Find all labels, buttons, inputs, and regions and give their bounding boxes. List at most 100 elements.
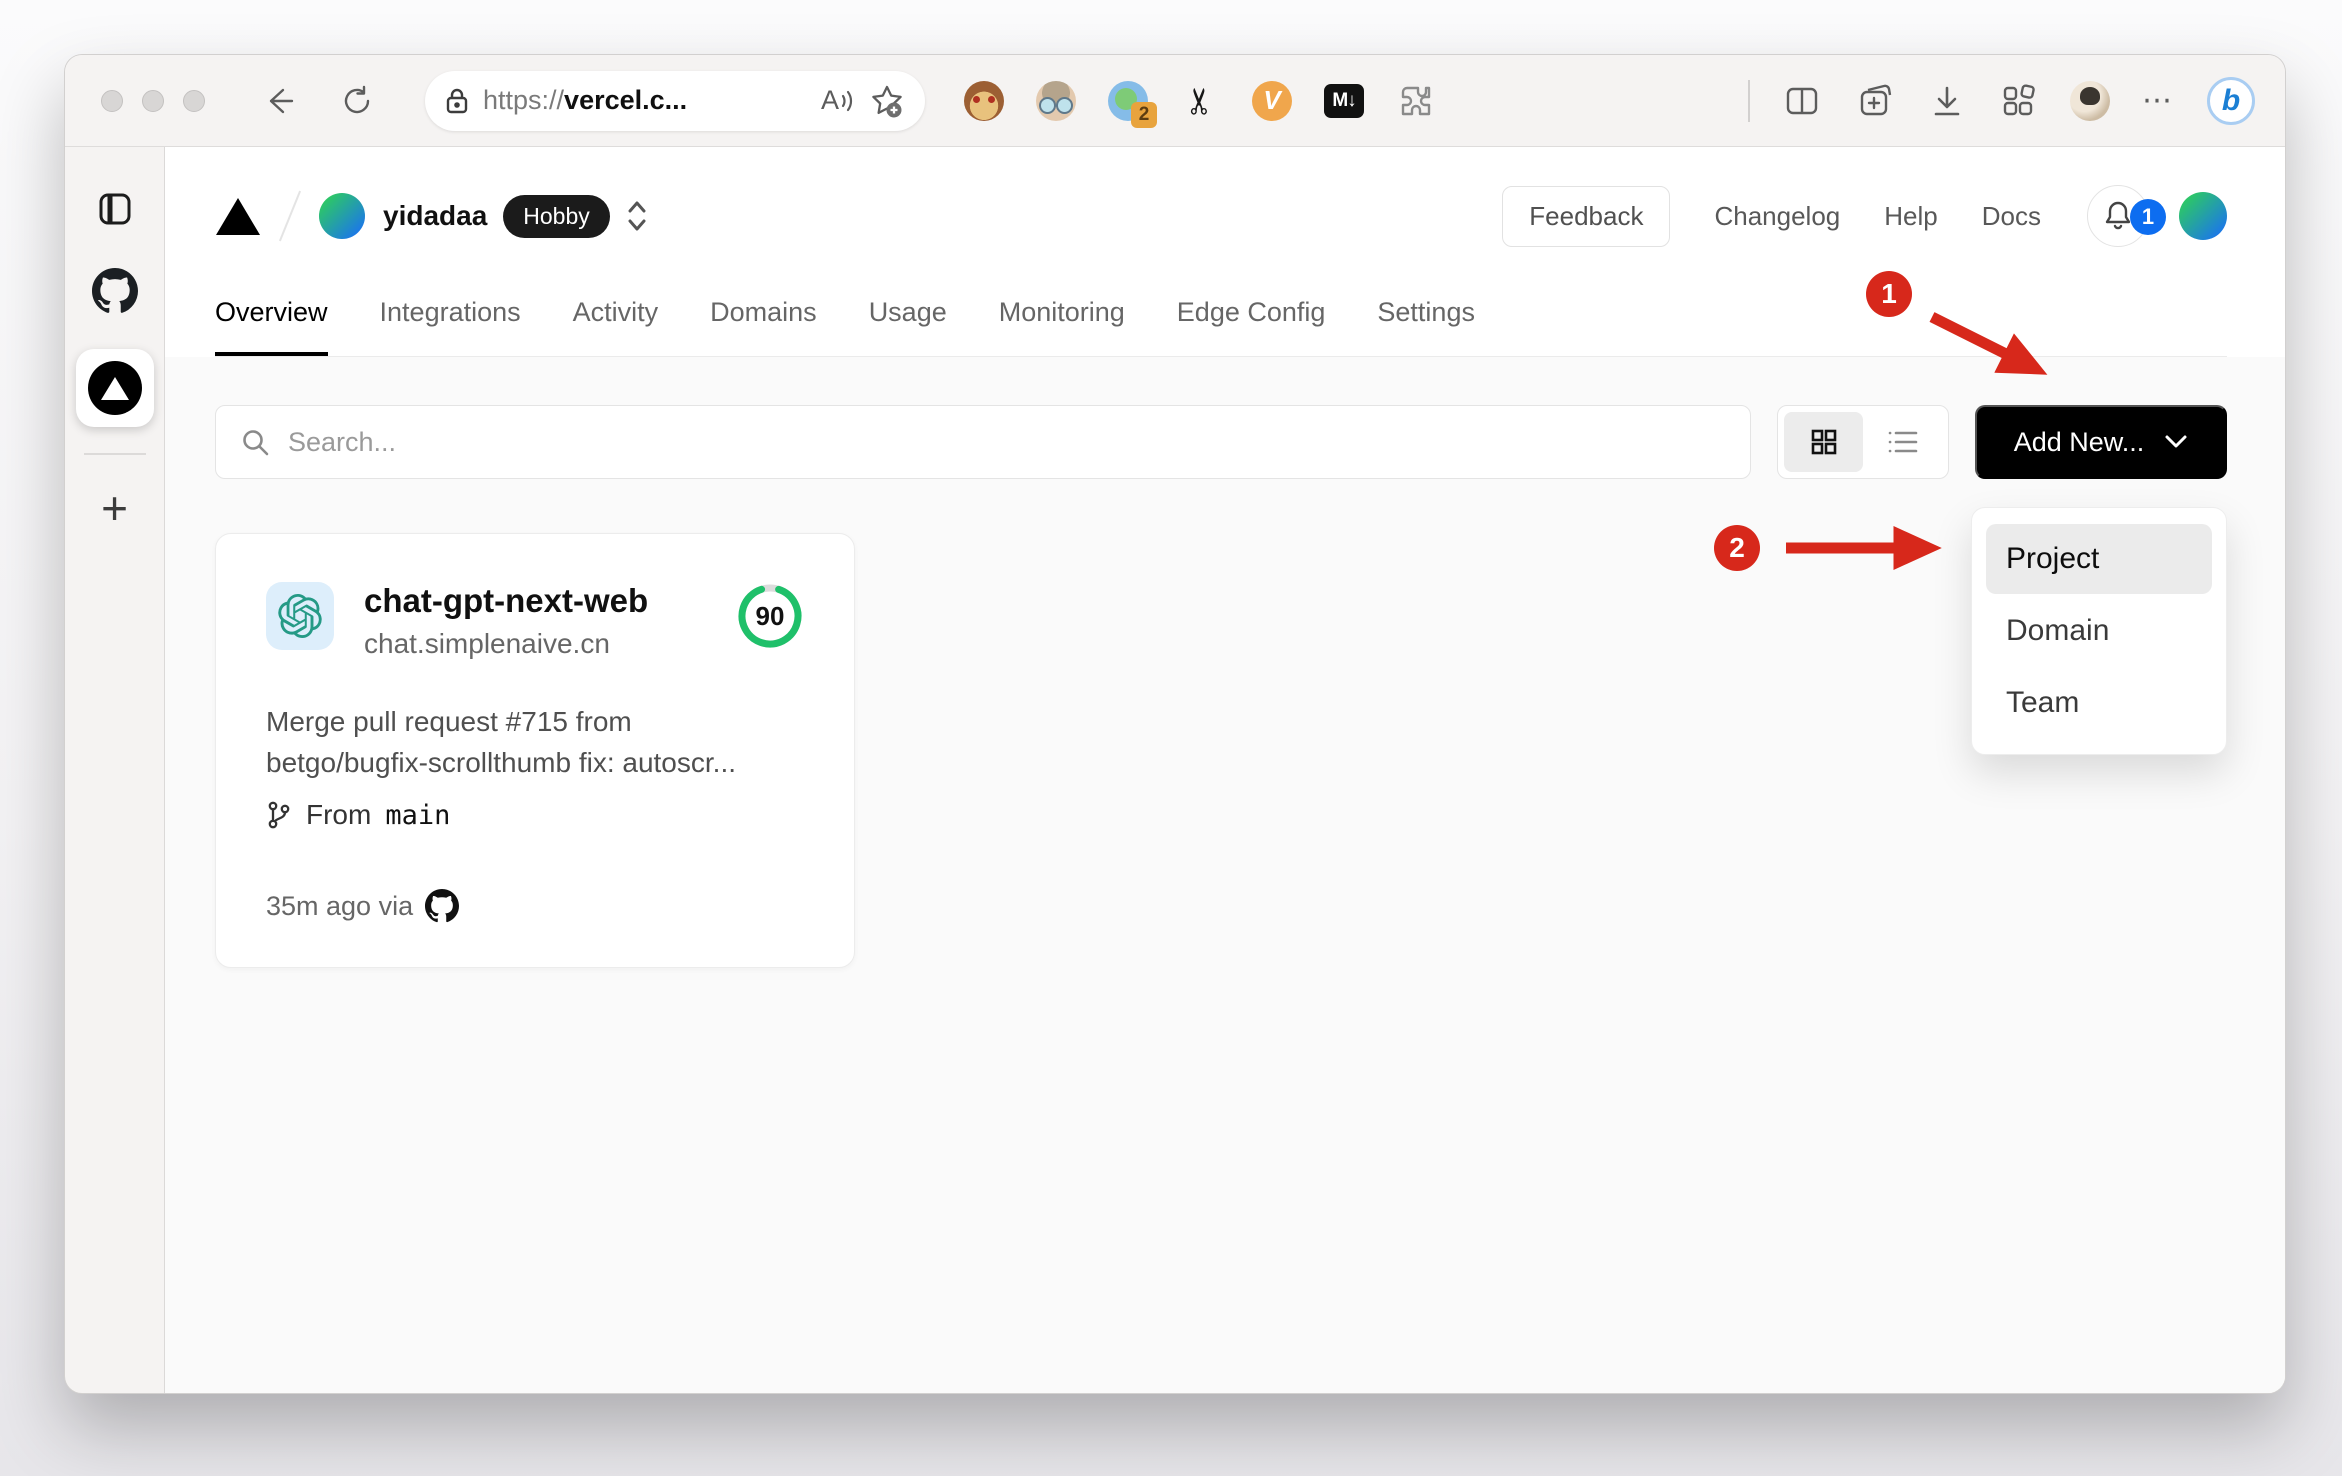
dropdown-item-project[interactable]: Project bbox=[1986, 524, 2212, 594]
tab-activity[interactable]: Activity bbox=[573, 275, 659, 356]
apps-launcher-icon[interactable] bbox=[1998, 81, 2038, 121]
zoom-window-button[interactable] bbox=[183, 89, 205, 112]
avatar-extension-icon[interactable] bbox=[1035, 80, 1077, 122]
grid-view-icon bbox=[1811, 429, 1836, 455]
extension-badge: 2 bbox=[1131, 101, 1157, 128]
tab-usage[interactable]: Usage bbox=[869, 275, 947, 356]
dashboard-tabs: Overview Integrations Activity Domains U… bbox=[215, 275, 2227, 357]
notification-count-badge: 1 bbox=[2130, 199, 2166, 235]
project-name[interactable]: chat-gpt-next-web bbox=[364, 582, 648, 620]
v-icon: V bbox=[1252, 80, 1292, 121]
video-extension-icon[interactable]: V bbox=[1251, 80, 1293, 122]
dashboard-main: Add New... chat-gpt-next-web ch bbox=[165, 357, 2285, 1393]
project-favicon bbox=[266, 582, 334, 650]
granny-glasses-icon bbox=[1036, 80, 1076, 121]
commit-message: Merge pull request #715 from betgo/bugfi… bbox=[266, 702, 804, 783]
deploy-meta-row: 35m ago via bbox=[266, 889, 804, 923]
help-link[interactable]: Help bbox=[1884, 201, 1937, 232]
docs-link[interactable]: Docs bbox=[1982, 201, 2041, 232]
collections-icon[interactable] bbox=[1854, 80, 1896, 122]
tab-domains[interactable]: Domains bbox=[710, 275, 817, 356]
feedback-button[interactable]: Feedback bbox=[1502, 185, 1671, 247]
vertical-tabstrip: + bbox=[65, 147, 165, 1393]
markdown-icon: M↓ bbox=[1324, 83, 1364, 118]
download-icon[interactable] bbox=[1928, 82, 1966, 120]
extensions-row: 2 ✂ V M↓ bbox=[963, 80, 1437, 128]
extensions-menu-button[interactable] bbox=[1395, 80, 1437, 122]
workspace-icon bbox=[99, 193, 130, 225]
vercel-page: yidadaa Hobby Feedback Changelog Help Do… bbox=[165, 147, 2285, 1393]
tab-monitoring[interactable]: Monitoring bbox=[999, 275, 1125, 356]
puzzle-icon bbox=[1401, 86, 1431, 115]
bing-chat-icon[interactable]: b bbox=[2207, 76, 2255, 125]
markdown-extension-icon[interactable]: M↓ bbox=[1323, 80, 1365, 122]
read-aloud-waves-icon bbox=[841, 90, 853, 112]
add-new-button[interactable]: Add New... bbox=[1975, 405, 2227, 479]
desktop: https://vercel.c... A 2 ✂ V M↓ ⋯ b + yid… bbox=[0, 0, 2342, 1476]
project-card[interactable]: chat-gpt-next-web chat.simplenaive.cn 90 bbox=[215, 533, 855, 969]
back-button[interactable] bbox=[257, 79, 301, 123]
annotation-step-2: 2 bbox=[1714, 525, 1760, 571]
minimize-window-button[interactable] bbox=[142, 89, 164, 112]
search-box bbox=[215, 405, 1751, 479]
reload-button[interactable] bbox=[335, 79, 379, 123]
add-new-label: Add New... bbox=[2013, 426, 2145, 457]
annotation-step-1: 1 bbox=[1866, 271, 1912, 317]
read-aloud-letter: A bbox=[820, 85, 839, 115]
commit-line-1: Merge pull request #715 from bbox=[266, 706, 632, 737]
address-bar[interactable]: https://vercel.c... A bbox=[425, 70, 925, 131]
project-domain[interactable]: chat.simplenaive.cn bbox=[364, 628, 648, 660]
toolbar-divider bbox=[1748, 79, 1750, 122]
split-screen-icon[interactable] bbox=[1782, 81, 1822, 121]
add-favorite-icon[interactable] bbox=[869, 83, 905, 119]
tab-github[interactable] bbox=[91, 267, 139, 315]
scissors-icon: ✂ bbox=[1178, 85, 1220, 116]
tab-edge-config[interactable]: Edge Config bbox=[1177, 275, 1326, 356]
team-switcher-button[interactable] bbox=[624, 199, 650, 233]
browser-toolbar: https://vercel.c... A 2 ✂ V M↓ ⋯ b bbox=[65, 55, 2285, 147]
branch-prefix: From bbox=[306, 799, 372, 831]
dashboard-header: yidadaa Hobby Feedback Changelog Help Do… bbox=[165, 147, 2285, 357]
search-input[interactable] bbox=[288, 426, 1726, 458]
lighthouse-score[interactable]: 90 bbox=[736, 582, 804, 650]
dropdown-item-team[interactable]: Team bbox=[1986, 668, 2212, 738]
close-window-button[interactable] bbox=[101, 89, 123, 112]
more-menu-button[interactable]: ⋯ bbox=[2142, 83, 2175, 118]
breadcrumb-slash bbox=[278, 190, 302, 242]
toolbar-right-icons: ⋯ b bbox=[1748, 76, 2255, 125]
translate-extension-icon[interactable]: 2 bbox=[1107, 80, 1157, 128]
vercel-triangle-icon bbox=[100, 377, 129, 400]
reload-icon bbox=[344, 85, 370, 113]
tabstrip-divider bbox=[83, 453, 146, 455]
tab-vercel-active[interactable] bbox=[75, 349, 154, 427]
bell-icon bbox=[2105, 201, 2131, 230]
tab-actions-button[interactable] bbox=[91, 185, 139, 233]
search-icon bbox=[243, 430, 269, 456]
tab-overview[interactable]: Overview bbox=[215, 275, 328, 356]
notifications-button[interactable]: 1 bbox=[2087, 185, 2166, 247]
view-toggle bbox=[1777, 405, 1949, 479]
branch-name: main bbox=[385, 799, 451, 831]
user-avatar[interactable] bbox=[2179, 192, 2227, 240]
tab-integrations[interactable]: Integrations bbox=[380, 275, 521, 356]
url-text: https://vercel.c... bbox=[483, 85, 807, 116]
branch-row: From main bbox=[266, 799, 804, 831]
browser-profile-avatar[interactable] bbox=[2070, 80, 2110, 121]
list-view-button[interactable] bbox=[1863, 412, 1942, 472]
grid-view-button[interactable] bbox=[1784, 412, 1863, 472]
list-view-icon bbox=[1888, 431, 1917, 453]
changelog-link[interactable]: Changelog bbox=[1714, 201, 1840, 232]
new-tab-button[interactable]: + bbox=[101, 485, 128, 531]
project-title-block: chat-gpt-next-web chat.simplenaive.cn bbox=[364, 582, 648, 660]
github-favicon bbox=[91, 268, 138, 313]
url-protocol: https:// bbox=[483, 85, 565, 115]
dropdown-item-domain[interactable]: Domain bbox=[1986, 596, 2212, 666]
vercel-logo[interactable] bbox=[215, 196, 261, 236]
scissors-extension-icon[interactable]: ✂ bbox=[1179, 80, 1221, 122]
tampermonkey-extension-icon[interactable] bbox=[963, 80, 1005, 122]
read-aloud-button[interactable]: A bbox=[821, 85, 855, 116]
chevron-down-icon bbox=[2165, 435, 2187, 448]
team-name: yidadaa bbox=[383, 200, 488, 231]
lock-icon bbox=[446, 88, 468, 113]
tab-settings[interactable]: Settings bbox=[1377, 275, 1475, 356]
